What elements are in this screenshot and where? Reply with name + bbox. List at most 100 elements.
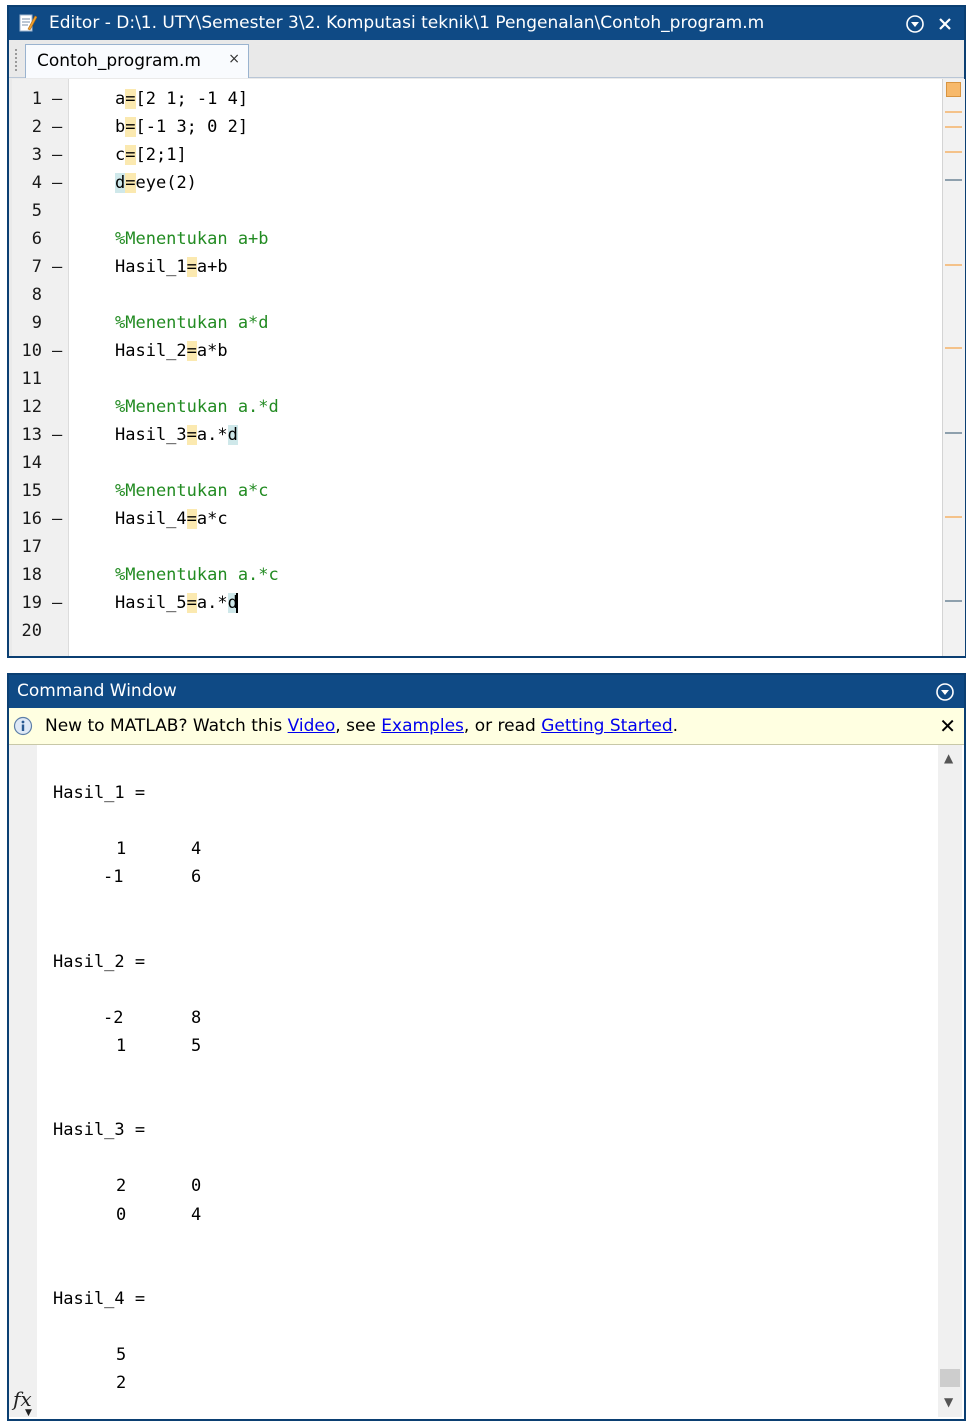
scroll-up-icon[interactable]: ▲ <box>944 751 953 765</box>
code-line[interactable]: 7 — Hasil_1=a+b <box>12 253 942 281</box>
output-matrix-value: 1 <box>116 1035 127 1056</box>
code-token: %Menentukan a.*d <box>115 397 279 417</box>
code-line[interactable]: 2 — b=[-1 3; 0 2] <box>12 113 942 141</box>
line-number: 17 <box>21 537 42 557</box>
command-output[interactable]: Hasil_1 = 1 4 -1 6 Hasil_2 = -2 8 1 5 Hasil_3 = 2 0 0… <box>37 745 937 1417</box>
code-line[interactable]: 16 — Hasil_4=a*c <box>12 505 942 533</box>
code-token: Hasil_1 <box>115 257 187 277</box>
code-comment: %Menentukan a*c <box>115 477 269 505</box>
code-line[interactable]: 15 %Menentukan a*c <box>12 477 942 505</box>
code-token: %Menentukan a*c <box>115 481 269 501</box>
code-line[interactable]: 9 %Menentukan a*d <box>12 309 942 337</box>
scroll-down-icon[interactable]: ▼ <box>944 1395 953 1409</box>
tab-close-icon[interactable]: × <box>228 51 240 67</box>
code-token: Hasil_4 <box>115 509 187 529</box>
code-line[interactable]: 18 %Menentukan a.*c <box>12 561 942 589</box>
code-token: [2;1] <box>135 145 187 165</box>
warning-indicator-icon[interactable] <box>946 82 961 97</box>
close-icon[interactable] <box>934 13 956 35</box>
info-marker[interactable] <box>945 432 962 434</box>
code-line[interactable]: 20 <box>12 617 942 645</box>
code-token: Hasil_3 <box>115 425 187 445</box>
line-number: 16 <box>21 509 42 529</box>
line-number: 5 <box>31 201 42 221</box>
warning-marker[interactable] <box>945 264 962 266</box>
code-line[interactable]: 17 <box>12 533 942 561</box>
code-token: = <box>125 117 136 137</box>
drag-grip-icon[interactable] <box>15 49 21 71</box>
examples-link[interactable]: Examples <box>381 716 464 736</box>
editor-tabstrip: Contoh_program.m × <box>9 40 964 78</box>
output-matrix-value: -1 <box>103 867 124 888</box>
warning-marker[interactable] <box>945 151 962 153</box>
code-line[interactable]: 14 <box>12 449 942 477</box>
code-line[interactable]: 13 — Hasil_3=a.*d <box>12 421 942 449</box>
output-matrix-value: 2 <box>116 1176 127 1197</box>
code-line[interactable]: 1 — a=[2 1; -1 4] <box>12 85 942 113</box>
editor-titlebar: Editor - D:\1. UTY\Semester 3\2. Komputa… <box>9 7 964 40</box>
code-line[interactable]: 6 %Menentukan a+b <box>12 225 942 253</box>
line-number: 2 <box>31 117 42 137</box>
code-text: d=eye(2) <box>115 169 197 197</box>
code-token: = <box>186 509 197 529</box>
line-number: 7 <box>31 257 42 277</box>
code-line[interactable]: 8 <box>12 281 942 309</box>
breakpoint-dash[interactable]: — <box>52 337 62 365</box>
output-matrix-value: 0 <box>191 1176 202 1197</box>
editor-panel: Editor - D:\1. UTY\Semester 3\2. Komputa… <box>7 5 966 658</box>
line-number: 6 <box>31 229 42 249</box>
breakpoint-dash[interactable]: — <box>52 141 62 169</box>
code-token: a.* <box>196 425 228 445</box>
text-caret <box>235 593 238 613</box>
warning-marker[interactable] <box>945 347 962 349</box>
panel-menu-icon[interactable] <box>934 681 956 703</box>
breakpoint-dash[interactable]: — <box>52 113 62 141</box>
warning-marker[interactable] <box>945 126 962 128</box>
fx-dropdown-icon[interactable]: ▼ <box>25 1408 32 1418</box>
code-token: a*b <box>196 341 228 361</box>
tab-contoh-program[interactable]: Contoh_program.m × <box>25 44 249 78</box>
code-token: d <box>227 425 238 445</box>
line-number: 20 <box>21 621 42 641</box>
message-bar[interactable] <box>942 79 965 656</box>
output-variable-header: Hasil_4 = <box>53 1288 146 1309</box>
breakpoint-dash[interactable]: — <box>52 253 62 281</box>
code-token: Hasil_2 <box>115 341 187 361</box>
warning-marker[interactable] <box>945 111 962 113</box>
vertical-scrollbar[interactable]: ▲ ▼ <box>938 745 962 1417</box>
output-matrix-value: 6 <box>191 867 202 888</box>
code-token: eye(2) <box>135 173 197 193</box>
code-editor[interactable]: 1— a=[2 1; -1 4] 2— b=[-1 3; 0 2] 3— c=[2;1] 4… <box>12 79 942 656</box>
editor-title: Editor - D:\1. UTY\Semester 3\2. Komputa… <box>49 13 765 33</box>
breakpoint-dash[interactable]: — <box>52 421 62 449</box>
code-line[interactable]: 11 <box>12 365 942 393</box>
info-marker[interactable] <box>945 600 962 602</box>
code-token: = <box>125 173 136 193</box>
code-comment: %Menentukan a+b <box>115 225 269 253</box>
breakpoint-dash[interactable]: — <box>52 169 62 197</box>
getting-started-link[interactable]: Getting Started <box>541 716 672 736</box>
breakpoint-dash[interactable]: — <box>52 505 62 533</box>
output-variable-header: Hasil_3 = <box>53 1120 146 1141</box>
code-line[interactable]: 12 %Menentukan a.*d <box>12 393 942 421</box>
code-comment: %Menentukan a.*d <box>115 393 279 421</box>
line-number: 15 <box>21 481 42 501</box>
code-line[interactable]: 10 — Hasil_2=a*b <box>12 337 942 365</box>
info-marker[interactable] <box>945 179 962 181</box>
breakpoint-dash[interactable]: — <box>52 85 62 113</box>
warning-marker[interactable] <box>945 516 962 518</box>
notice-prefix: New to MATLAB? Watch this <box>45 716 288 736</box>
video-link[interactable]: Video <box>288 716 336 736</box>
output-matrix-value: 0 <box>116 1204 127 1225</box>
code-line[interactable]: 3 — c=[2;1] <box>12 141 942 169</box>
code-line[interactable]: 5 <box>12 197 942 225</box>
code-comment: %Menentukan a.*c <box>115 561 279 589</box>
notice-close-icon[interactable]: ✕ <box>939 708 956 744</box>
code-line[interactable]: 4 — d=eye(2) <box>12 169 942 197</box>
code-line[interactable]: 19 — Hasil_5=a.*d <box>12 589 942 617</box>
code-token: d <box>115 173 126 193</box>
output-matrix-value: 1 <box>116 839 127 860</box>
scrollbar-thumb[interactable] <box>940 1369 960 1387</box>
breakpoint-dash[interactable]: — <box>52 589 62 617</box>
panel-menu-icon[interactable] <box>904 13 926 35</box>
